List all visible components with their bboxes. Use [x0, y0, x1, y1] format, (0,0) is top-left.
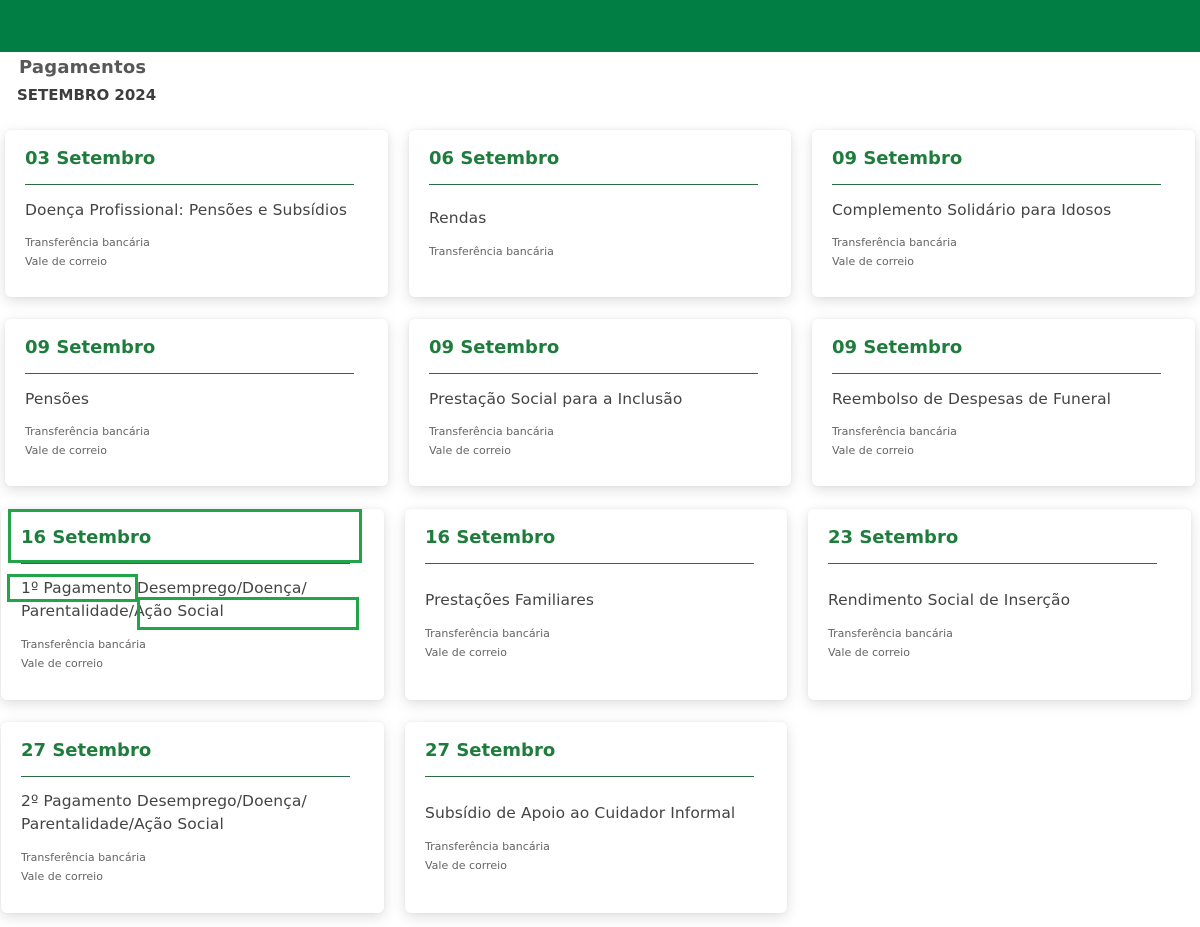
card-divider — [429, 184, 758, 185]
card-title: Rendas — [429, 209, 487, 227]
card-divider — [832, 373, 1161, 374]
card-methods: Transferência bancária Vale de correio — [21, 849, 146, 886]
card-methods: Transferência bancária Vale de correio — [828, 625, 953, 662]
method-postal-voucher: Vale de correio — [21, 869, 103, 883]
card-date: 23 Setembro — [828, 527, 959, 548]
method-bank-transfer: Transferência bancária — [828, 627, 953, 640]
card-date: 27 Setembro — [425, 740, 556, 761]
payment-card: 09 Setembro Pensões Transferência bancár… — [5, 319, 388, 486]
method-postal-voucher: Vale de correio — [832, 254, 914, 268]
card-title: Prestação Social para a Inclusão — [429, 390, 683, 408]
payment-card: 23 Setembro Rendimento Social de Inserçã… — [808, 509, 1191, 700]
card-title: Prestações Familiares — [425, 591, 595, 609]
card-title: Pensões — [25, 390, 90, 408]
card-date: 06 Setembro — [429, 148, 560, 169]
method-bank-transfer: Transferência bancária — [25, 236, 150, 249]
card-methods: Transferência bancária Vale de correio — [21, 636, 146, 673]
card-title: Reembolso de Despesas de Funeral — [832, 390, 1112, 408]
payment-card: 06 Setembro Rendas Transferência bancári… — [409, 130, 791, 297]
card-divider — [425, 776, 754, 777]
card-methods: Transferência bancária — [429, 243, 554, 262]
card-date: 09 Setembro — [832, 148, 963, 169]
method-postal-voucher: Vale de correio — [425, 645, 507, 659]
method-bank-transfer: Transferência bancária — [21, 851, 146, 864]
card-date: 09 Setembro — [25, 337, 156, 358]
method-bank-transfer: Transferência bancária — [425, 840, 550, 853]
card-divider — [21, 776, 350, 777]
page-subtitle: SETEMBRO 2024 — [17, 86, 157, 104]
card-date: 09 Setembro — [832, 337, 963, 358]
method-bank-transfer: Transferência bancária — [425, 627, 550, 640]
payment-card: 16 Setembro 1º Pagamento Desemprego/Doen… — [1, 509, 384, 700]
payment-card: 27 Setembro Subsídio de Apoio ao Cuidado… — [405, 722, 787, 913]
method-postal-voucher: Vale de correio — [25, 443, 107, 457]
top-bar — [0, 0, 1200, 52]
card-date: 09 Setembro — [429, 337, 560, 358]
method-postal-voucher: Vale de correio — [25, 254, 107, 268]
method-postal-voucher: Vale de correio — [832, 443, 914, 457]
card-date: 16 Setembro — [425, 527, 556, 548]
payment-card: 03 Setembro Doença Profissional: Pensões… — [5, 130, 388, 297]
method-bank-transfer: Transferência bancária — [429, 425, 554, 438]
card-divider — [828, 563, 1157, 564]
method-bank-transfer: Transferência bancária — [429, 245, 554, 258]
method-bank-transfer: Transferência bancária — [21, 638, 146, 651]
card-title: Subsídio de Apoio ao Cuidador Informal — [425, 804, 736, 822]
card-methods: Transferência bancária Vale de correio — [25, 423, 150, 460]
card-divider — [21, 563, 350, 564]
method-bank-transfer: Transferência bancária — [832, 236, 957, 249]
card-divider — [429, 373, 758, 374]
payment-card: 16 Setembro Prestações Familiares Transf… — [405, 509, 787, 700]
method-bank-transfer: Transferência bancária — [832, 425, 957, 438]
card-methods: Transferência bancária Vale de correio — [425, 838, 550, 875]
card-date: 03 Setembro — [25, 148, 156, 169]
method-postal-voucher: Vale de correio — [429, 443, 511, 457]
card-title: 2º Pagamento Desemprego/Doença/ Parental… — [21, 792, 307, 833]
card-methods: Transferência bancária Vale de correio — [832, 234, 957, 271]
card-date: 27 Setembro — [21, 740, 152, 761]
payment-card: 09 Setembro Prestação Social para a Incl… — [409, 319, 791, 486]
card-methods: Transferência bancária Vale de correio — [425, 625, 550, 662]
page-title: Pagamentos — [19, 57, 147, 78]
payment-card: 09 Setembro Reembolso de Despesas de Fun… — [812, 319, 1195, 486]
card-methods: Transferência bancária Vale de correio — [832, 423, 957, 460]
payment-card: 27 Setembro 2º Pagamento Desemprego/Doen… — [1, 722, 384, 913]
card-title: Doença Profissional: Pensões e Subsídios — [25, 201, 348, 219]
card-divider — [25, 373, 354, 374]
payment-card: 09 Setembro Complemento Solidário para I… — [812, 130, 1195, 297]
card-divider — [25, 184, 354, 185]
card-divider — [832, 184, 1161, 185]
method-postal-voucher: Vale de correio — [828, 645, 910, 659]
card-date: 16 Setembro — [21, 527, 152, 548]
method-postal-voucher: Vale de correio — [425, 858, 507, 872]
card-methods: Transferência bancária Vale de correio — [25, 234, 150, 271]
card-divider — [425, 563, 754, 564]
method-bank-transfer: Transferência bancária — [25, 425, 150, 438]
card-title: Complemento Solidário para Idosos — [832, 201, 1112, 219]
method-postal-voucher: Vale de correio — [21, 656, 103, 670]
card-methods: Transferência bancária Vale de correio — [429, 423, 554, 460]
card-title: Rendimento Social de Inserção — [828, 591, 1071, 609]
card-title: 1º Pagamento Desemprego/Doença/ Parental… — [21, 579, 307, 620]
